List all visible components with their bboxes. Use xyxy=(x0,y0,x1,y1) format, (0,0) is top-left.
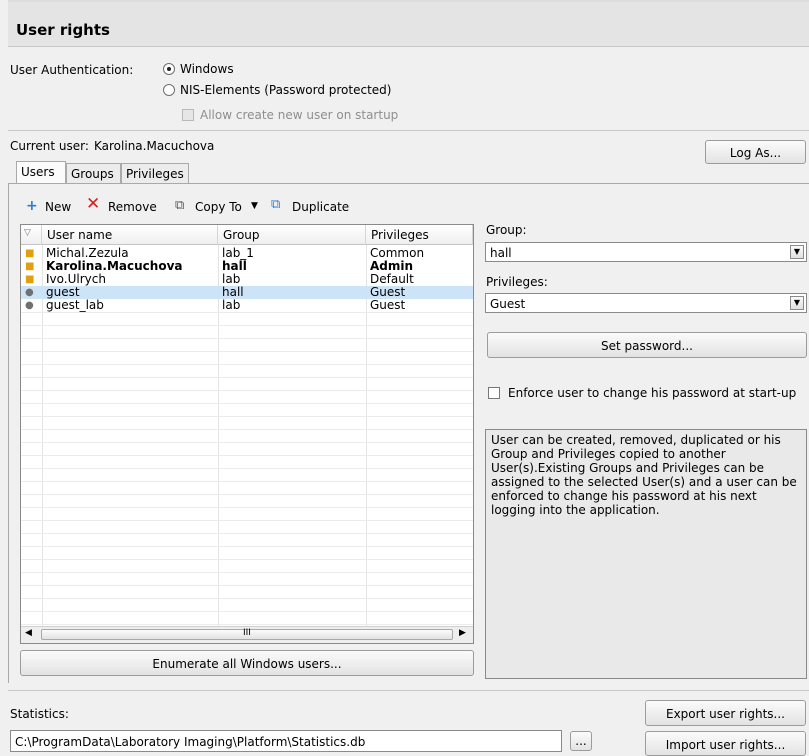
statistics-path-field[interactable]: C:\ProgramData\Laboratory Imaging\Platfo… xyxy=(10,730,562,752)
table-cell-user: guest_lab xyxy=(46,298,104,312)
row-gridline xyxy=(21,403,473,404)
row-gridline xyxy=(21,455,473,456)
local-user-icon: ● xyxy=(25,287,34,298)
row-gridline xyxy=(21,442,473,443)
chevron-down-icon[interactable]: ▼ xyxy=(790,245,804,259)
duplicate-icon[interactable]: ⧉ xyxy=(271,197,280,212)
auth-label: User Authentication: xyxy=(10,63,134,77)
copy-to-icon[interactable]: ⧉ xyxy=(175,198,184,213)
divider xyxy=(8,690,809,691)
table-row[interactable]: ■ Ivo.Ulrych lab Default xyxy=(21,273,473,286)
import-user-rights-button[interactable]: Import user rights... xyxy=(645,731,806,756)
set-password-button[interactable]: Set password... xyxy=(487,332,807,358)
statistics-label: Statistics: xyxy=(10,707,69,721)
row-gridline xyxy=(21,377,473,378)
divider xyxy=(8,130,809,131)
privileges-select[interactable]: Guest ▼ xyxy=(485,293,807,313)
users-table[interactable]: ▽ User name Group Privileges ■ Michal.Zez… xyxy=(20,224,474,644)
remove-icon[interactable]: ✕ xyxy=(86,196,100,213)
row-gridline xyxy=(21,598,473,599)
allow-create-checkbox[interactable] xyxy=(182,109,194,121)
row-gridline xyxy=(21,312,473,313)
enumerate-windows-users-button[interactable]: Enumerate all Windows users... xyxy=(20,650,474,676)
row-gridline xyxy=(21,416,473,417)
allow-create-label: Allow create new user on startup xyxy=(200,108,399,122)
row-gridline xyxy=(21,338,473,339)
radio-windows[interactable] xyxy=(163,63,175,75)
browse-button[interactable]: ... xyxy=(570,731,592,751)
row-gridline xyxy=(21,325,473,326)
radio-nis-elements-label[interactable]: NIS-Elements (Password protected) xyxy=(180,83,391,97)
row-gridline xyxy=(21,429,473,430)
windows-user-icon: ■ xyxy=(25,274,35,285)
horizontal-scrollbar[interactable]: ◀ III ▶ xyxy=(21,626,473,643)
current-user-value: Karolina.Macuchova xyxy=(94,139,215,153)
log-as-button[interactable]: Log As... xyxy=(705,140,806,164)
windows-user-icon: ■ xyxy=(25,261,35,272)
section-header: User rights xyxy=(8,0,809,47)
column-header-user-name[interactable]: User name xyxy=(42,225,218,245)
windows-user-icon: ■ xyxy=(25,248,35,259)
radio-windows-label[interactable]: Windows xyxy=(180,62,234,76)
row-gridline xyxy=(21,494,473,495)
chevron-down-icon[interactable]: ▼ xyxy=(251,201,258,211)
current-user-label: Current user: xyxy=(10,139,89,153)
tab-users[interactable]: Users xyxy=(16,161,66,183)
row-gridline xyxy=(21,520,473,521)
privileges-select-value: Guest xyxy=(490,297,526,311)
statistics-path-value: C:\ProgramData\Laboratory Imaging\Platfo… xyxy=(15,735,366,749)
row-gridline xyxy=(21,546,473,547)
duplicate-button[interactable]: Duplicate xyxy=(292,200,349,214)
local-user-icon: ● xyxy=(25,300,34,311)
row-gridline xyxy=(21,559,473,560)
scroll-left-icon[interactable]: ◀ xyxy=(25,628,32,638)
help-text: User can be created, removed, duplicated… xyxy=(491,433,797,517)
page-title: User rights xyxy=(16,21,110,39)
row-gridline xyxy=(21,611,473,612)
remove-button[interactable]: Remove xyxy=(108,200,157,214)
chevron-down-icon[interactable]: ▼ xyxy=(790,296,804,310)
row-gridline xyxy=(21,364,473,365)
row-gridline xyxy=(21,624,473,625)
row-gridline xyxy=(21,351,473,352)
plus-icon[interactable]: + xyxy=(26,199,38,213)
privileges-label: Privileges: xyxy=(486,275,548,289)
scroll-right-icon[interactable]: ▶ xyxy=(459,628,466,638)
table-cell-privileges: Guest xyxy=(370,298,406,312)
row-gridline xyxy=(21,572,473,573)
scrollbar-grip: III xyxy=(243,628,251,638)
group-select-value: hall xyxy=(490,246,512,260)
table-row[interactable]: ● guest_lab lab Guest xyxy=(21,299,473,312)
enforce-password-checkbox[interactable] xyxy=(488,387,500,399)
scrollbar-thumb[interactable]: III xyxy=(41,628,453,640)
group-select[interactable]: hall ▼ xyxy=(485,242,807,262)
copy-to-button[interactable]: Copy To xyxy=(195,200,242,214)
row-gridline xyxy=(21,507,473,508)
help-text-box: User can be created, removed, duplicated… xyxy=(485,429,807,679)
export-user-rights-button[interactable]: Export user rights... xyxy=(645,700,806,726)
enforce-password-label[interactable]: Enforce user to change his password at s… xyxy=(508,386,796,400)
column-header-group[interactable]: Group xyxy=(218,225,366,245)
radio-nis-elements[interactable] xyxy=(163,84,175,96)
row-gridline xyxy=(21,585,473,586)
row-gridline xyxy=(21,481,473,482)
column-header-privileges[interactable]: Privileges xyxy=(366,225,473,245)
new-button[interactable]: New xyxy=(45,200,71,214)
tab-privileges[interactable]: Privileges xyxy=(121,163,189,183)
table-cell-group: lab xyxy=(222,298,241,312)
tab-groups[interactable]: Groups xyxy=(66,163,121,183)
filter-icon[interactable]: ▽ xyxy=(21,225,42,245)
group-label: Group: xyxy=(486,223,527,237)
row-gridline xyxy=(21,390,473,391)
row-gridline xyxy=(21,533,473,534)
row-gridline xyxy=(21,468,473,469)
